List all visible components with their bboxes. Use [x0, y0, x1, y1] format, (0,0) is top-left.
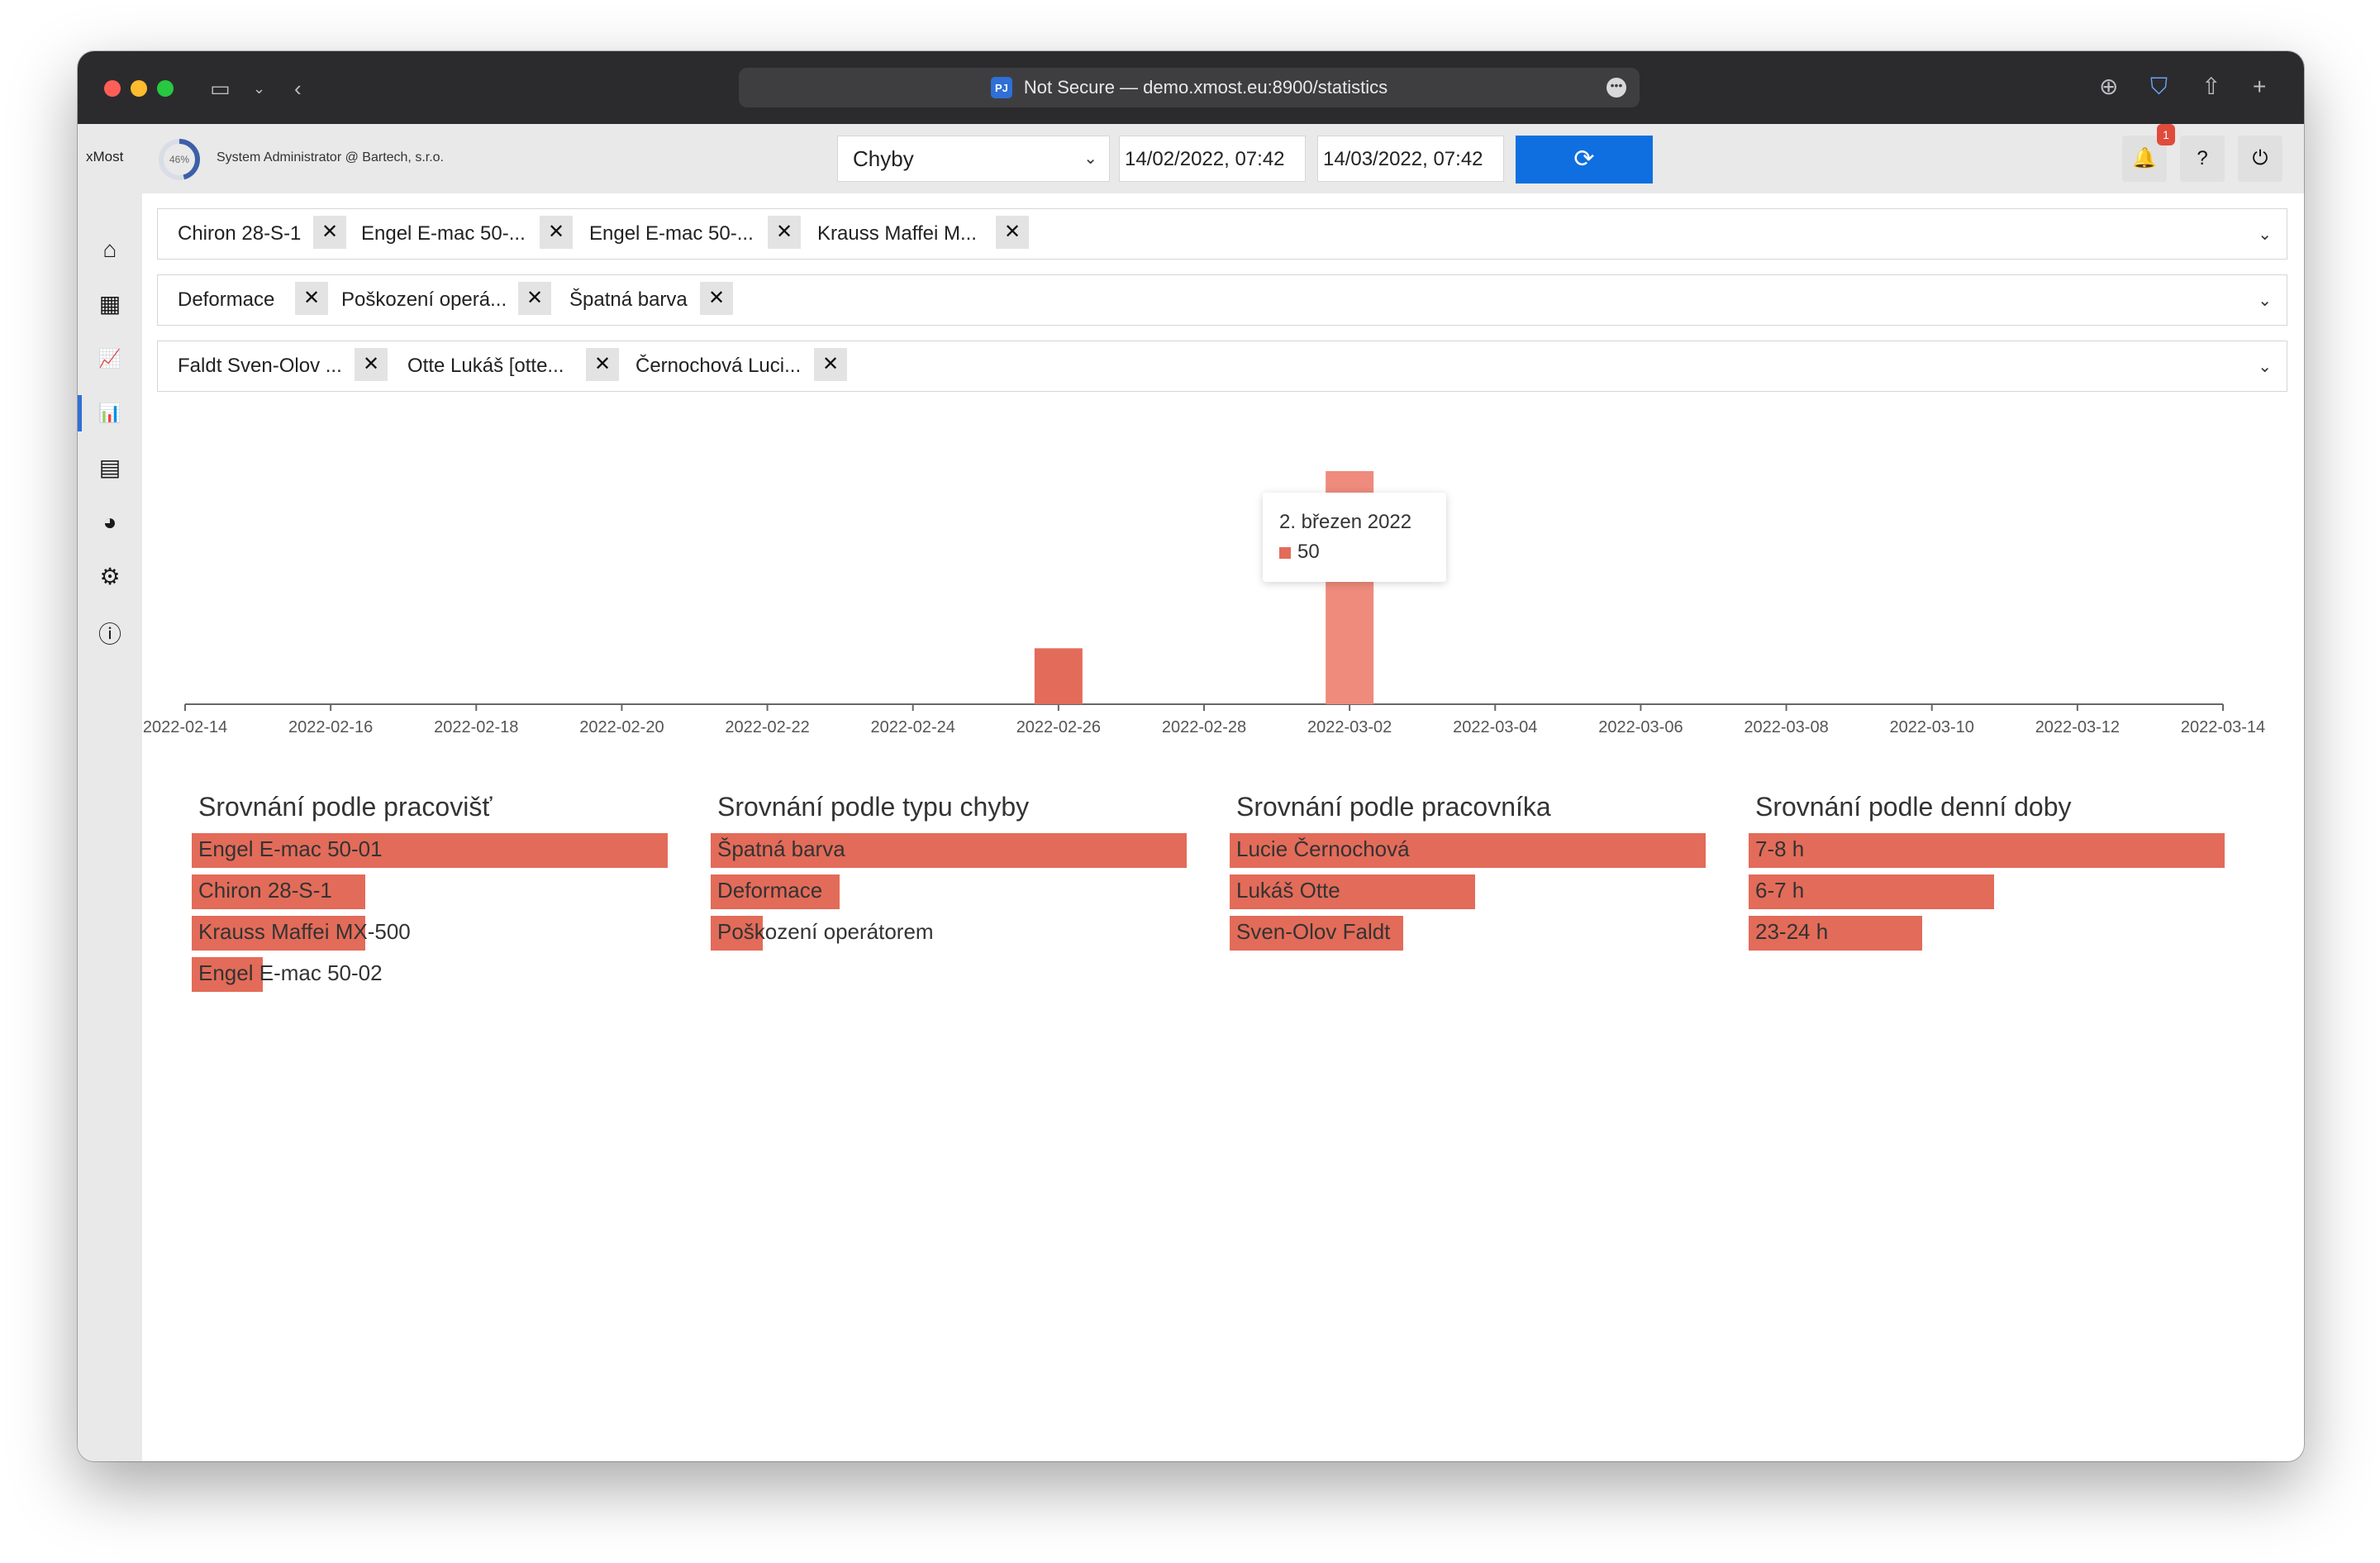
x-tick-label: 2022-02-20: [579, 718, 664, 736]
comparison-row[interactable]: Sven-Olov Faldt: [1230, 916, 1706, 951]
comparison-row[interactable]: Engel E-mac 50-02: [192, 957, 668, 992]
x-tick-label: 2022-03-12: [2035, 718, 2120, 736]
browser-window: ▭ ⌄ ‹ PJ Not Secure — demo.xmost.eu:8900…: [78, 51, 2304, 1461]
comparison-row[interactable]: Lukáš Otte: [1230, 874, 1706, 909]
error-timeline-chart: 2022-02-14 2022-02-16 2022-02-18 2022-02-20…: [143, 471, 2265, 736]
x-tick-label: 2022-02-22: [725, 718, 809, 736]
x-tick-label: 2022-03-10: [1890, 718, 1974, 736]
comparison-title: Srovnání podle denní doby: [1755, 792, 2072, 822]
x-tick-label: 2022-02-16: [288, 718, 373, 736]
x-tick-label: 2022-03-04: [1453, 718, 1537, 736]
comparison-title: Srovnání podle typu chyby: [717, 792, 1030, 822]
comparison-label: Deformace: [717, 878, 823, 903]
comparison-row[interactable]: Krauss Maffei MX-500: [192, 916, 668, 951]
comparison-label: Engel E-mac 50-02: [198, 960, 383, 985]
comparison-bar: [1749, 833, 2225, 868]
comparison-row[interactable]: Deformace: [711, 874, 1187, 909]
comparison-row[interactable]: Engel E-mac 50-01: [192, 833, 668, 868]
x-tick-label: 2022-03-06: [1598, 718, 1683, 736]
comparison-label: Krauss Maffei MX-500: [198, 919, 411, 944]
comparison-label: Chiron 28-S-1: [198, 878, 332, 903]
comparison-row[interactable]: Poškození operátorem: [711, 916, 1187, 951]
comparison-label: 6-7 h: [1755, 878, 1805, 903]
x-tick-label: 2022-02-28: [1162, 718, 1246, 736]
comparison-label: Sven-Olov Faldt: [1236, 919, 1391, 944]
comparison-label: Lucie Černochová: [1236, 836, 1410, 861]
comparison-label: Engel E-mac 50-01: [198, 836, 383, 861]
comparison-row[interactable]: 7-8 h: [1749, 833, 2225, 868]
comparison-label: Lukáš Otte: [1236, 878, 1340, 903]
comparison-label: 23-24 h: [1755, 919, 1829, 944]
tooltip-value: 50: [1297, 541, 1320, 563]
comparison-label: Poškození operátorem: [717, 919, 934, 944]
comparison-title: Srovnání podle pracovníka: [1236, 792, 1551, 822]
comparison-label: Špatná barva: [717, 836, 845, 861]
tooltip-title: 2. březen 2022: [1279, 511, 1412, 533]
x-tick-label: 2022-03-02: [1307, 718, 1392, 736]
x-tick-label: 2022-02-14: [143, 718, 227, 736]
comparison-row[interactable]: 6-7 h: [1749, 874, 2225, 909]
comparison-row[interactable]: Chiron 28-S-1: [192, 874, 668, 909]
comparison-row[interactable]: 23-24 h: [1749, 916, 2225, 951]
x-tick-label: 2022-03-14: [2181, 718, 2265, 736]
comparison-label: 7-8 h: [1755, 836, 1805, 861]
comparison-title: Srovnání podle pracovišť: [198, 792, 493, 822]
tooltip-swatch: [1279, 547, 1291, 559]
chart-bar[interactable]: [1034, 648, 1083, 704]
x-tick-label: 2022-03-08: [1744, 718, 1828, 736]
chart-tooltip: 2. březen 2022 50: [1263, 493, 1446, 582]
x-tick-label: 2022-02-26: [1016, 718, 1101, 736]
x-tick-label: 2022-02-24: [871, 718, 955, 736]
comparison-row[interactable]: Špatná barva: [711, 833, 1187, 868]
comparison-row[interactable]: Lucie Černochová: [1230, 833, 1706, 868]
x-tick-label: 2022-02-18: [434, 718, 518, 736]
